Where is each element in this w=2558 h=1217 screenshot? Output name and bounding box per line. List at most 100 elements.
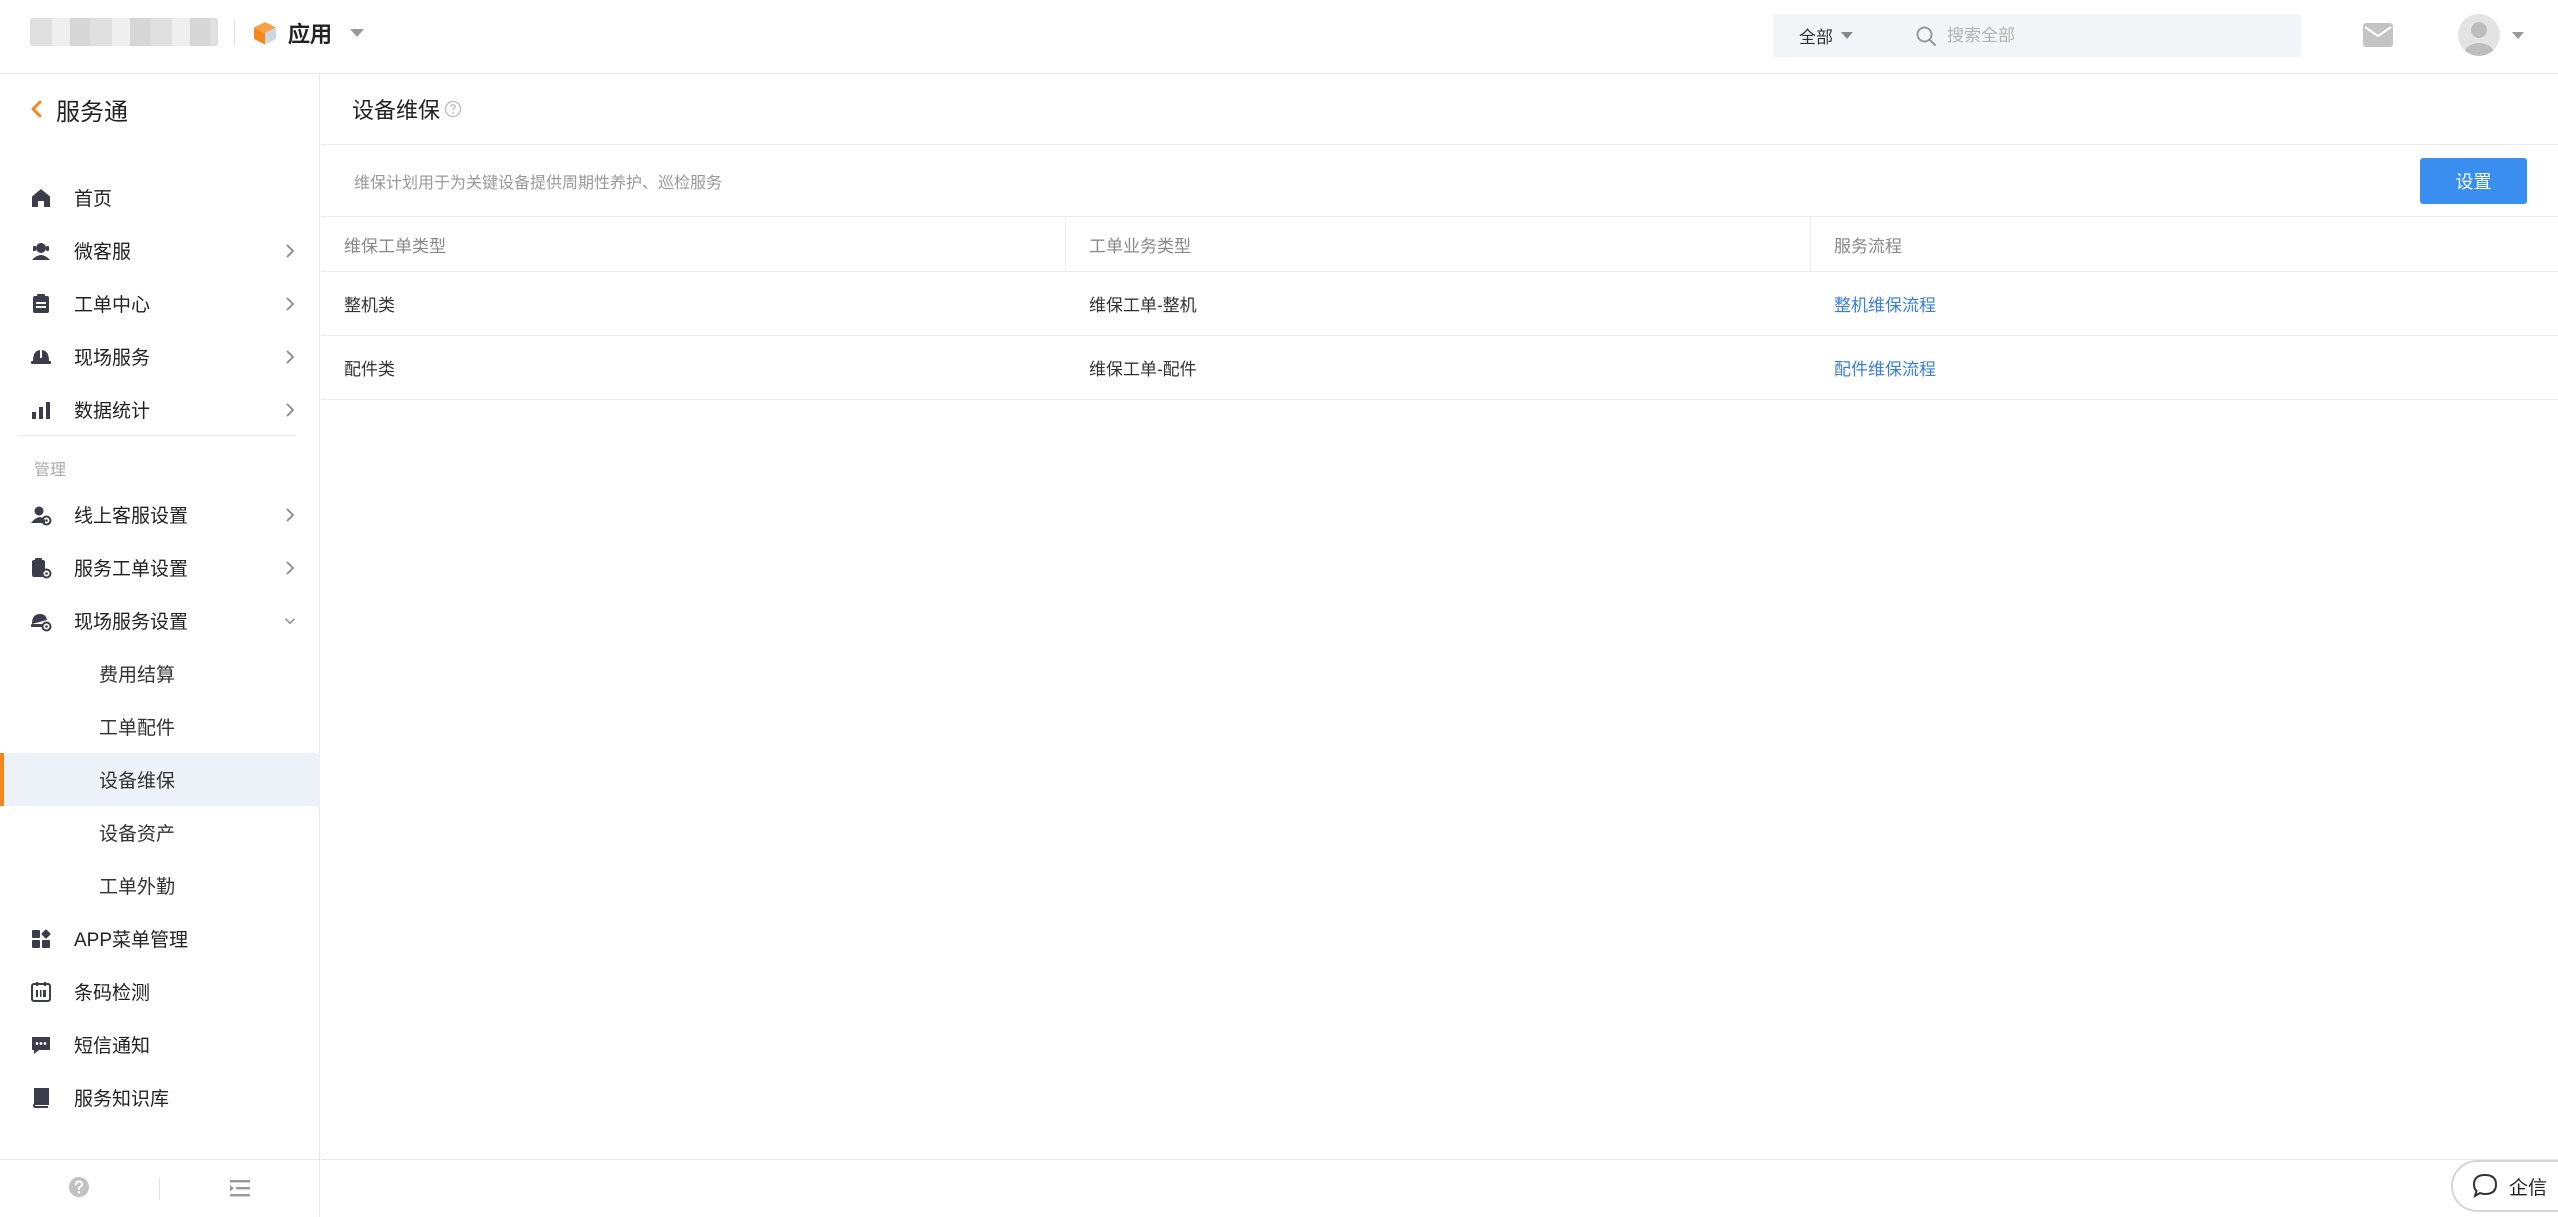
sms-icon	[32, 1036, 50, 1054]
sidebar-item-field-service-settings[interactable]: 现场服务设置	[0, 594, 320, 647]
sidebar-item-label: 服务知识库	[74, 1089, 170, 1110]
company-logo	[30, 18, 218, 46]
page-header: 设备维保	[321, 74, 2558, 145]
bar-chart-icon	[32, 401, 50, 419]
sidebar-item-label: 费用结算	[99, 665, 176, 686]
agent-gear-icon	[31, 506, 52, 525]
sidebar-back-header[interactable]: 服务通	[0, 74, 319, 144]
sidebar-item-label: APP菜单管理	[74, 930, 189, 951]
sidebar-item-knowledge-base[interactable]: 服务知识库	[0, 1071, 320, 1124]
mail-icon[interactable]	[2362, 22, 2394, 48]
ticket-icon	[33, 293, 49, 313]
table-row: 配件类 维保工单-配件 配件维保流程	[321, 336, 2558, 400]
sidebar-item-ticket-center[interactable]: 工单中心	[0, 277, 320, 330]
table-cell: 配件维保流程	[1811, 336, 2556, 399]
column-header: 维保工单类型	[321, 217, 1066, 271]
chat-widget-button[interactable]: 企信	[2451, 1160, 2558, 1212]
helmet-icon	[31, 349, 51, 364]
help-icon[interactable]	[68, 1176, 90, 1198]
page-title: 设备维保	[352, 98, 441, 123]
user-icon	[2464, 22, 2494, 56]
sidebar-item-field-service[interactable]: 现场服务	[0, 330, 320, 383]
search-scope-label: 全部	[1799, 28, 1833, 47]
chevron-down-icon	[285, 617, 295, 624]
avatar	[2458, 14, 2500, 56]
table-cell: 配件类	[344, 360, 395, 379]
helmet-gear-icon	[31, 613, 52, 631]
chevron-right-icon	[286, 560, 295, 575]
sidebar-subitem-equipment-maintenance[interactable]: 设备维保	[0, 753, 320, 806]
sidebar-item-barcode-check[interactable]: 条码检测	[0, 965, 320, 1018]
sidebar-item-label: 服务工单设置	[74, 559, 189, 580]
top-bar: 应用 全部	[0, 0, 2558, 74]
sidebar-item-label: 设备资产	[99, 824, 176, 845]
chevron-right-icon	[286, 402, 295, 417]
sidebar-item-label: 数据统计	[74, 401, 151, 422]
ticket-gear-icon	[32, 557, 52, 578]
sidebar-item-online-service-settings[interactable]: 线上客服设置	[0, 488, 320, 541]
sidebar-item-label: 现场服务	[74, 348, 151, 369]
chat-bubble-icon	[2472, 1173, 2498, 1199]
sidebar-title: 服务通	[56, 98, 128, 126]
question-icon[interactable]	[444, 100, 462, 118]
search-scope-select[interactable]: 全部	[1773, 23, 1893, 48]
sidebar: 服务通 首页 微客服 工单中心 现场服务 数据统计 管理 线上客服设置 服务工单…	[0, 74, 320, 1217]
home-icon	[32, 188, 50, 207]
sidebar-item-label: 设备维保	[99, 771, 176, 792]
divider	[159, 1178, 160, 1200]
divider	[321, 1159, 2558, 1160]
chevron-right-icon	[286, 243, 295, 258]
sidebar-item-label: 工单配件	[99, 718, 176, 739]
sidebar-subitem-field-attendance[interactable]: 工单外勤	[0, 859, 320, 912]
chevron-down-icon	[1841, 32, 1853, 39]
sidebar-item-home[interactable]: 首页	[0, 171, 320, 224]
sidebar-item-micro-service[interactable]: 微客服	[0, 224, 320, 277]
main-content: 设备维保 维保计划用于为关键设备提供周期性养护、巡检服务 设置 维保工单类型 工…	[321, 74, 2558, 1217]
table-cell: 维保工单-整机	[1089, 296, 1197, 315]
sidebar-subitem-equipment-assets[interactable]: 设备资产	[0, 806, 320, 859]
app-switcher-label: 应用	[288, 22, 333, 47]
sidebar-footer	[0, 1159, 320, 1217]
chevron-right-icon	[286, 296, 295, 311]
service-flow-link[interactable]: 配件维保流程	[1834, 355, 1936, 380]
agent-icon	[32, 242, 50, 260]
sidebar-item-label: 线上客服设置	[74, 506, 189, 527]
sidebar-item-label: 条码检测	[74, 983, 151, 1004]
user-menu[interactable]	[2458, 14, 2524, 56]
table-cell: 整机类	[344, 296, 395, 315]
book-icon	[32, 1087, 49, 1108]
sidebar-group-label: 管理	[34, 462, 67, 479]
sidebar-subitem-fee-settlement[interactable]: 费用结算	[0, 647, 320, 700]
table-header: 维保工单类型 工单业务类型 服务流程	[321, 217, 2558, 272]
global-search: 全部	[1773, 14, 2301, 57]
sidebar-item-label: 工单中心	[74, 295, 151, 316]
divider	[234, 20, 235, 46]
column-header: 工单业务类型	[1066, 217, 1811, 271]
sidebar-item-label: 现场服务设置	[74, 612, 189, 633]
service-flow-link[interactable]: 整机维保流程	[1834, 291, 1936, 316]
chevron-right-icon	[286, 507, 295, 522]
table-cell: 整机维保流程	[1811, 272, 2556, 335]
column-header: 服务流程	[1834, 236, 1902, 256]
collapse-menu-icon[interactable]	[228, 1177, 252, 1199]
app-grid-icon	[32, 928, 51, 948]
settings-button[interactable]: 设置	[2420, 158, 2527, 204]
maintenance-table: 维保工单类型 工单业务类型 服务流程 整机类 维保工单-整机 整机维保流程 配件…	[321, 217, 2558, 400]
table-row: 整机类 维保工单-整机 整机维保流程	[321, 272, 2558, 336]
sidebar-item-label: 首页	[74, 189, 113, 210]
sidebar-item-sms-notice[interactable]: 短信通知	[0, 1018, 320, 1071]
sidebar-item-label: 微客服	[74, 242, 132, 263]
description-bar: 维保计划用于为关键设备提供周期性养护、巡检服务	[321, 145, 2558, 217]
search-input[interactable]	[1947, 25, 2277, 46]
chevron-down-icon	[2512, 31, 2524, 39]
chat-widget-label: 企信	[2509, 1177, 2548, 1199]
sidebar-subitem-ticket-parts[interactable]: 工单配件	[0, 700, 320, 753]
sidebar-item-app-menu[interactable]: APP菜单管理	[0, 912, 320, 965]
barcode-icon	[31, 981, 51, 1002]
table-cell: 维保工单-配件	[1089, 360, 1197, 379]
sidebar-item-ticket-settings[interactable]: 服务工单设置	[0, 541, 320, 594]
sidebar-item-label: 工单外勤	[99, 877, 176, 898]
sidebar-item-statistics[interactable]: 数据统计	[0, 383, 320, 436]
app-switcher[interactable]: 应用	[252, 16, 365, 50]
sidebar-item-label: 短信通知	[74, 1036, 151, 1057]
